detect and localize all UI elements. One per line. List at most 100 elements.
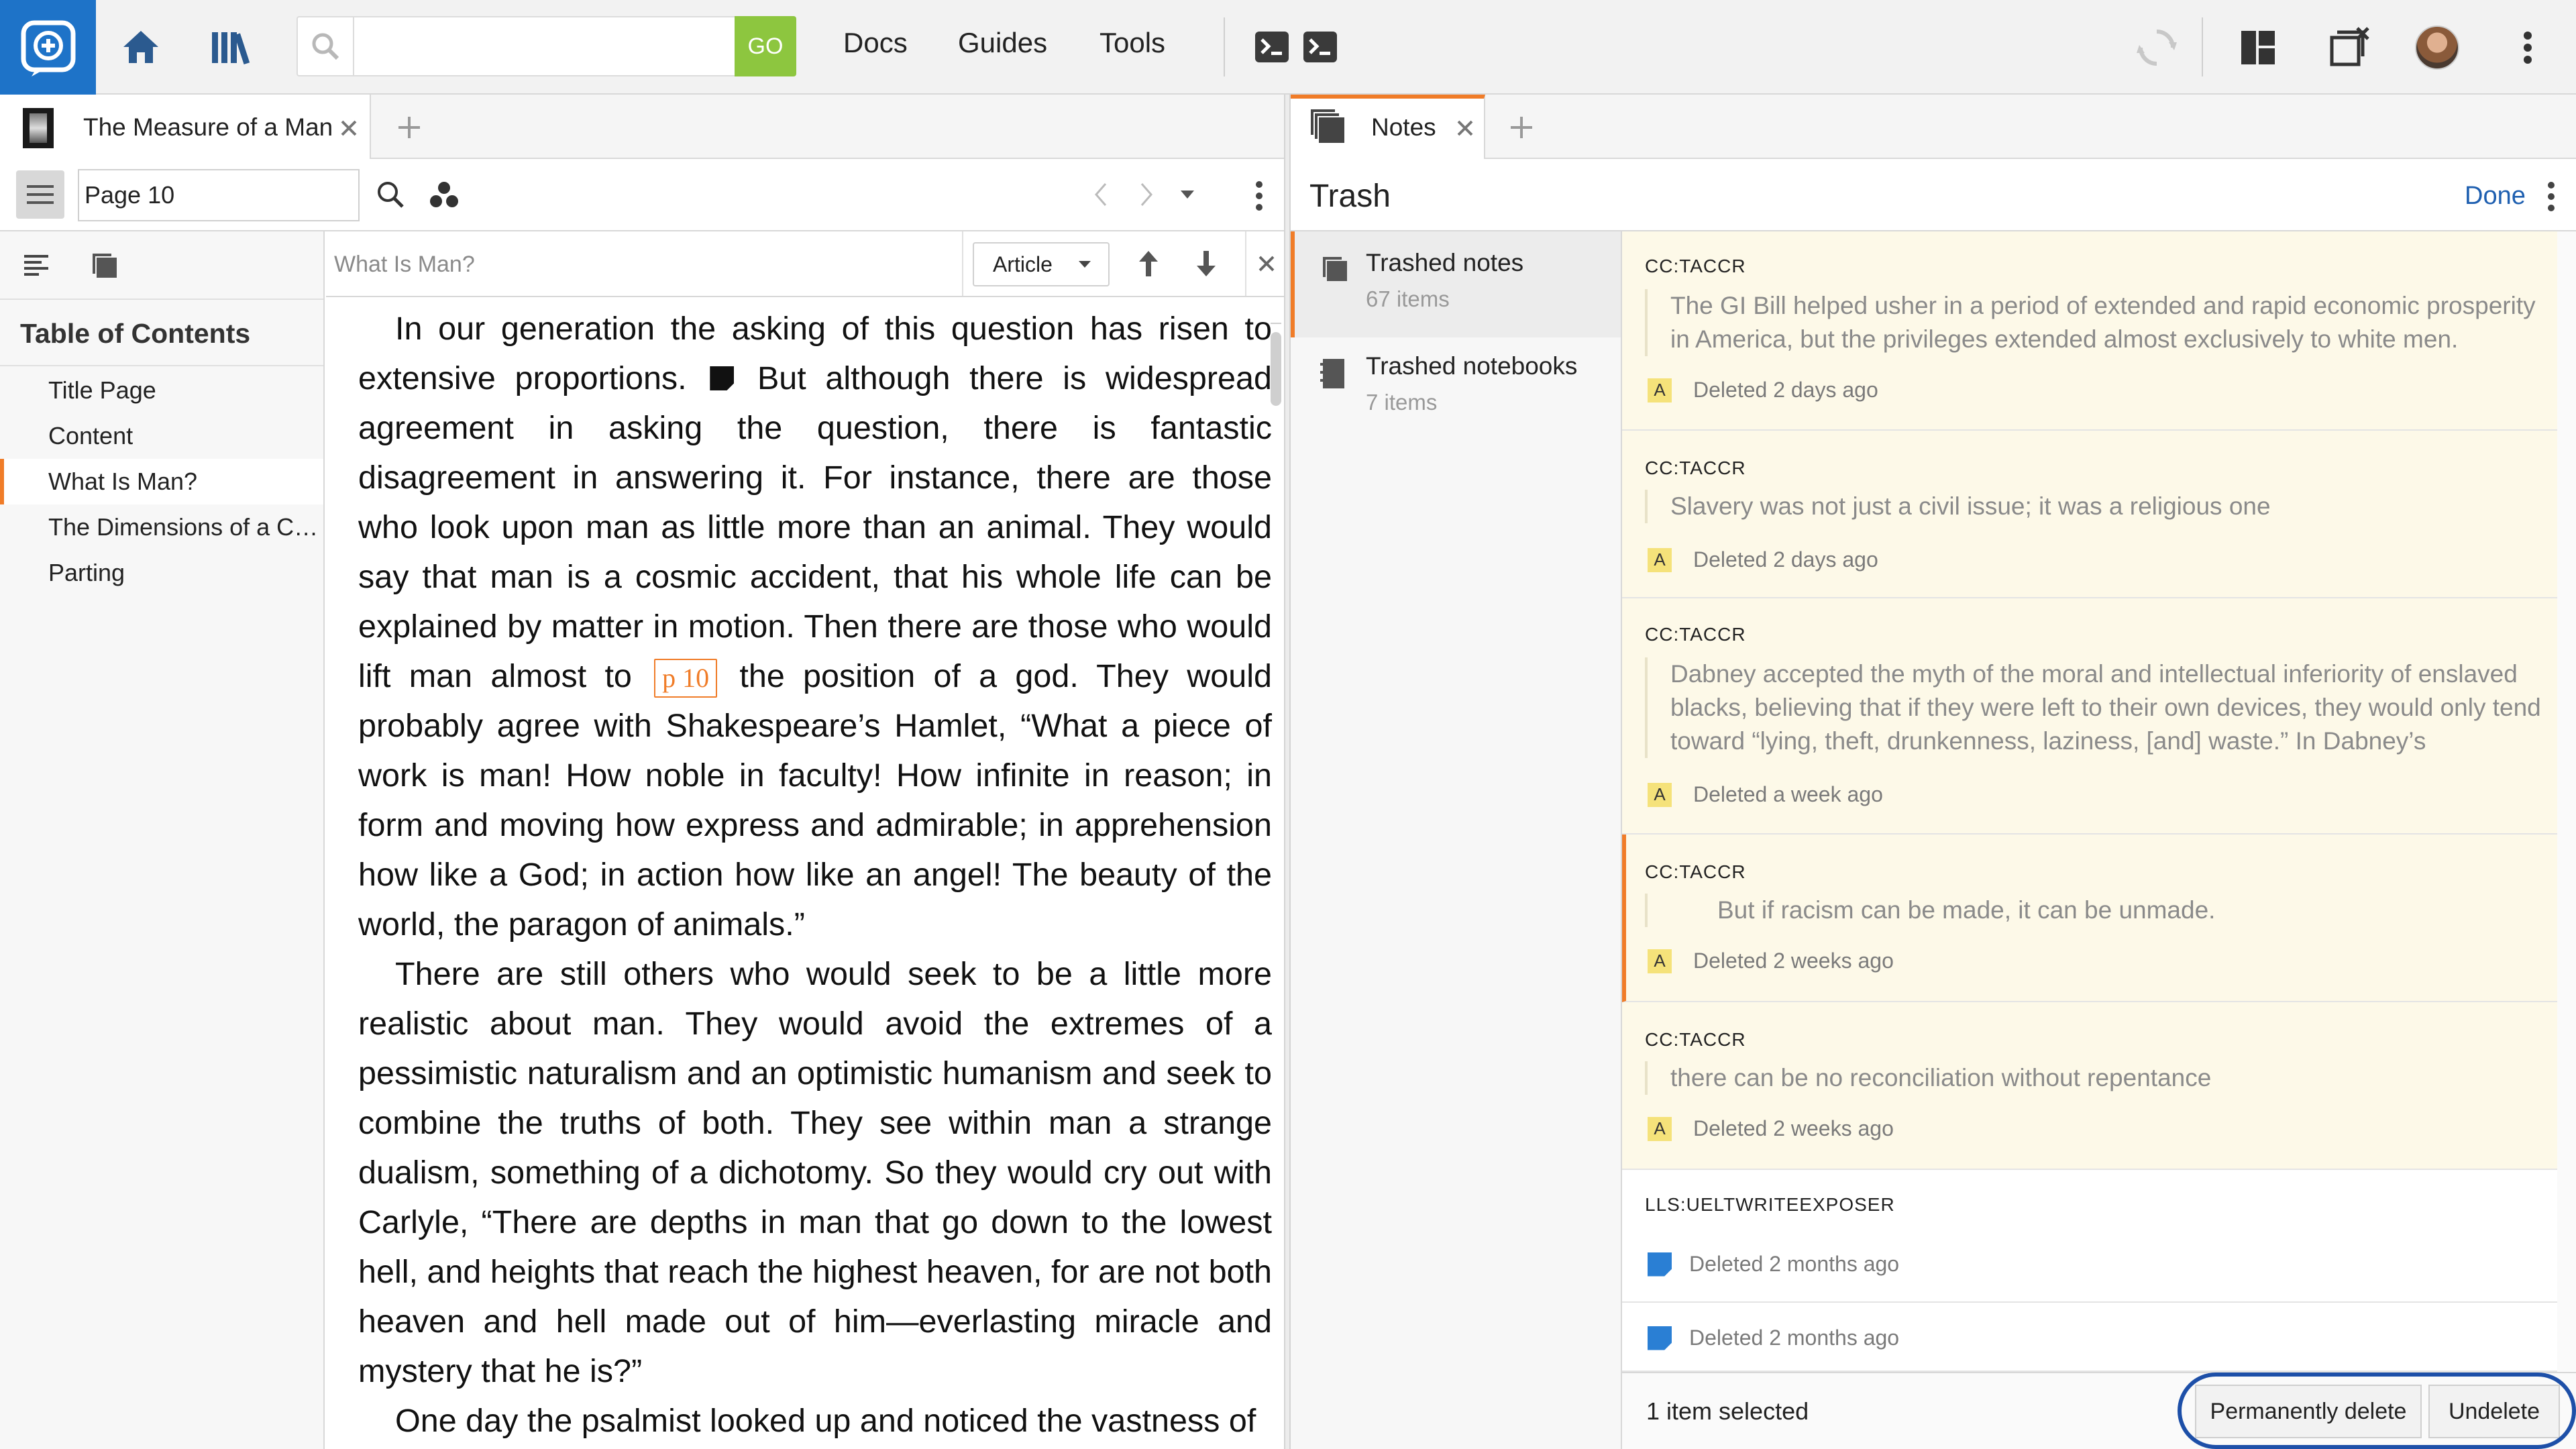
- more-vertical-icon[interactable]: [2541, 178, 2561, 215]
- close-icon[interactable]: [335, 115, 362, 142]
- history-dropdown-icon[interactable]: [1177, 186, 1198, 203]
- paragraph: In our generation the asking of this que…: [358, 311, 1272, 943]
- paragraph: One day the psalmist looked up and notic…: [395, 1403, 1256, 1439]
- note-source: CC:TACCR: [1645, 1029, 1746, 1050]
- find-input[interactable]: What Is Man?: [334, 252, 475, 278]
- toc-item-parting[interactable]: Parting: [0, 550, 323, 596]
- note-quote: there can be no reconciliation without r…: [1645, 1061, 2544, 1095]
- search-icon: [303, 24, 347, 68]
- visual-filter-icon[interactable]: [427, 177, 462, 212]
- layout-icon[interactable]: [2236, 25, 2280, 70]
- add-tab-icon[interactable]: [1507, 113, 1536, 142]
- note-meta: Deleted 2 months ago: [1648, 1326, 1899, 1350]
- note-meta: Deleted 2 months ago: [1648, 1252, 1899, 1277]
- note-quote: The GI Bill helped usher in a period of …: [1645, 289, 2544, 356]
- search-input[interactable]: [297, 16, 737, 76]
- note-source: CC:TACCR: [1645, 256, 1746, 276]
- avatar[interactable]: [2415, 25, 2459, 70]
- notebook-icon: [1316, 356, 1348, 391]
- deleted-time: Deleted 2 weeks ago: [1693, 1116, 1894, 1140]
- back-icon[interactable]: [1085, 177, 1116, 212]
- terminal-icon[interactable]: [1300, 27, 1340, 67]
- toc-title: Table of Contents: [20, 318, 251, 349]
- nav-count: 67 items: [1366, 286, 1450, 311]
- search-divider: [353, 17, 354, 75]
- list-item[interactable]: CC:TACCR The GI Bill helped usher in a p…: [1622, 231, 2557, 431]
- reader-text: In our generation the asking of this que…: [358, 304, 1272, 1446]
- list-item[interactable]: LLS:UELTWRITEEXPOSER Deleted 2 months ag…: [1622, 1170, 2557, 1303]
- page-reference-input[interactable]: Page 10: [78, 169, 360, 221]
- library-icon[interactable]: [205, 23, 258, 71]
- page-marker: p 10: [654, 659, 718, 698]
- note-meta: A Deleted 2 days ago: [1648, 547, 1878, 572]
- tab-notes[interactable]: Notes: [1289, 95, 1485, 160]
- nav-docs[interactable]: Docs: [843, 27, 908, 59]
- list-item-selected[interactable]: CC:TACCR But if racism can be made, it c…: [1622, 835, 2557, 1002]
- find-bar: What Is Man? Article: [326, 231, 1284, 297]
- notes-icon: [1308, 107, 1348, 147]
- done-button[interactable]: Done: [2465, 182, 2526, 211]
- panel-menu-icon[interactable]: [16, 170, 64, 219]
- list-item[interactable]: Deleted 2 months ago: [1622, 1303, 2557, 1372]
- chevron-down-icon: [1079, 261, 1091, 268]
- logos-search-logo-icon[interactable]: [0, 0, 96, 95]
- note-meta: A Deleted a week ago: [1648, 782, 1883, 807]
- nav-label: Trashed notebooks: [1366, 352, 1578, 380]
- sidebar-divider: [0, 299, 323, 300]
- deleted-time: Deleted 2 days ago: [1693, 378, 1878, 402]
- sidebar-divider: [0, 365, 323, 366]
- paragraph: There are still others who would seek to…: [358, 956, 1272, 1389]
- notes-icon[interactable]: [86, 247, 121, 282]
- find-divider: [962, 231, 963, 296]
- tab-title: The Measure of a Man: [83, 113, 333, 141]
- note-meta: A Deleted 2 weeks ago: [1648, 949, 1894, 973]
- highlight-style-badge: A: [1648, 1116, 1672, 1141]
- panel-splitter[interactable]: [1284, 95, 1291, 1449]
- list-item[interactable]: CC:TACCR Dabney accepted the myth of the…: [1622, 598, 2557, 835]
- close-icon[interactable]: [1253, 250, 1280, 277]
- toc-item-title-page[interactable]: Title Page: [0, 368, 323, 413]
- add-tab-icon[interactable]: [394, 113, 424, 142]
- note-icon: [1648, 1326, 1672, 1350]
- find-scope-select[interactable]: Article: [973, 242, 1110, 286]
- more-vertical-icon[interactable]: [1249, 177, 1269, 215]
- sync-icon[interactable]: [2133, 24, 2180, 71]
- home-icon[interactable]: [115, 23, 166, 71]
- selection-count: 1 item selected: [1646, 1397, 1809, 1425]
- scroll-tick: [1271, 323, 1281, 324]
- note-meta: A Deleted 2 days ago: [1648, 378, 1878, 402]
- search-icon[interactable]: [373, 177, 408, 212]
- nav-guides[interactable]: Guides: [958, 27, 1047, 59]
- toc-item-dimensions[interactable]: The Dimensions of a C…: [0, 504, 323, 550]
- toc-list-icon[interactable]: [20, 248, 52, 280]
- reader-scrollbar[interactable]: [1271, 332, 1281, 406]
- nav-trashed-notebooks[interactable]: Trashed notebooks 7 items: [1291, 339, 1621, 445]
- more-vertical-icon[interactable]: [2513, 24, 2542, 71]
- note-source: CC:TACCR: [1645, 624, 1746, 645]
- close-tabs-icon[interactable]: [2325, 24, 2372, 71]
- previous-result-icon[interactable]: [1131, 246, 1166, 281]
- toc-item-what-is-man[interactable]: What Is Man?: [0, 459, 323, 504]
- focus-highlight-ring: [2178, 1373, 2576, 1449]
- note-flag-icon[interactable]: [710, 366, 735, 390]
- deleted-time: Deleted 2 months ago: [1689, 1326, 1900, 1350]
- nav-tools[interactable]: Tools: [1099, 27, 1165, 59]
- list-item[interactable]: CC:TACCR there can be no reconciliation …: [1622, 1002, 2557, 1170]
- note-list-scrollbar[interactable]: [2557, 231, 2576, 1372]
- tab-title: Notes: [1371, 113, 1436, 141]
- toc-item-content[interactable]: Content: [0, 413, 323, 459]
- go-button[interactable]: GO: [735, 16, 796, 76]
- deleted-time: Deleted a week ago: [1693, 782, 1883, 806]
- forward-icon[interactable]: [1131, 177, 1162, 212]
- tab-the-measure-of-a-man[interactable]: The Measure of a Man: [0, 95, 371, 160]
- nav-count: 7 items: [1366, 390, 1438, 415]
- toolbar-divider: [2202, 17, 2203, 76]
- reader-content[interactable]: In our generation the asking of this que…: [326, 299, 1284, 1449]
- list-item[interactable]: CC:TACCR Slavery was not just a civil is…: [1622, 431, 2557, 598]
- close-icon[interactable]: [1452, 115, 1479, 142]
- next-result-icon[interactable]: [1189, 246, 1224, 281]
- note-quote: Dabney accepted the myth of the moral an…: [1645, 657, 2544, 758]
- nav-trashed-notes[interactable]: Trashed notes 67 items: [1291, 231, 1621, 337]
- deleted-time: Deleted 2 weeks ago: [1693, 949, 1894, 973]
- terminal-icon[interactable]: [1252, 27, 1292, 67]
